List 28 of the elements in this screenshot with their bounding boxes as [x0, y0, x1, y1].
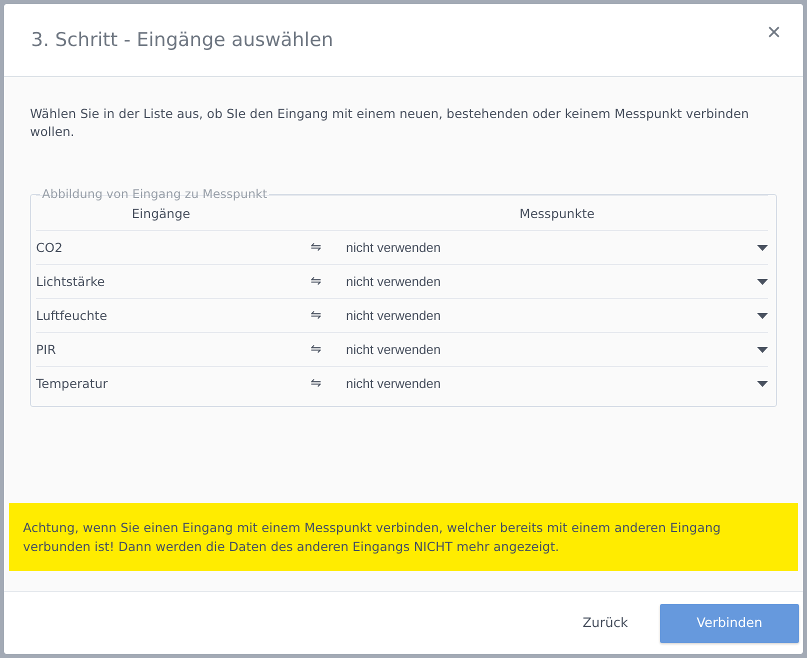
link-symbol: ⇋ [310, 376, 322, 391]
caret-icon [757, 380, 768, 386]
warning-banner: Achtung, wenn Sie einen Eingang mit einem Messpunkt verbinden, welcher bereits mit einem anderen Eingang verbunden ist! Dann werden die Daten des anderen Eingangs NICHT mehr angezeigt. [9, 503, 798, 571]
caret-icon [757, 346, 768, 352]
input-name: CO2 [36, 240, 64, 255]
description-text: Wählen Sie in der Liste aus, ob SIe den Eingang mit einem neuen, bestehenden oder keinem Messpunkt verbinden wollen. [30, 105, 750, 141]
caret-icon [757, 312, 768, 318]
panel-legend: Abbildung von Eingang zu Messpunkt [40, 187, 270, 201]
input-name: PIR [36, 342, 57, 357]
close-button[interactable]: × [766, 19, 781, 47]
column-header: Eingänge [130, 206, 192, 220]
back-button[interactable]: Zurück [576, 614, 634, 632]
column-header: Messpunkte [518, 206, 596, 220]
input-name: Temperatur [36, 376, 109, 391]
measure-point-dropdown[interactable]: nicht verwenden [346, 302, 768, 328]
measure-point-dropdown[interactable]: nicht verwenden [346, 268, 768, 294]
link-symbol: ⇋ [310, 342, 322, 357]
caret-icon [757, 278, 768, 284]
link-symbol: ⇋ [310, 240, 322, 255]
link-symbol: ⇋ [310, 274, 322, 289]
caret-icon [757, 244, 768, 250]
input-name: Lichtstärke [36, 274, 106, 289]
input-name: Luftfeuchte [36, 308, 108, 323]
link-symbol: ⇋ [310, 308, 322, 323]
measure-point-dropdown[interactable]: nicht verwenden [346, 370, 768, 396]
measure-point-dropdown[interactable]: nicht verwenden [346, 234, 768, 260]
measure-point-dropdown[interactable]: nicht verwenden [346, 336, 768, 362]
dialog-title: 3. Schritt - Eingänge auswählen [31, 29, 334, 51]
